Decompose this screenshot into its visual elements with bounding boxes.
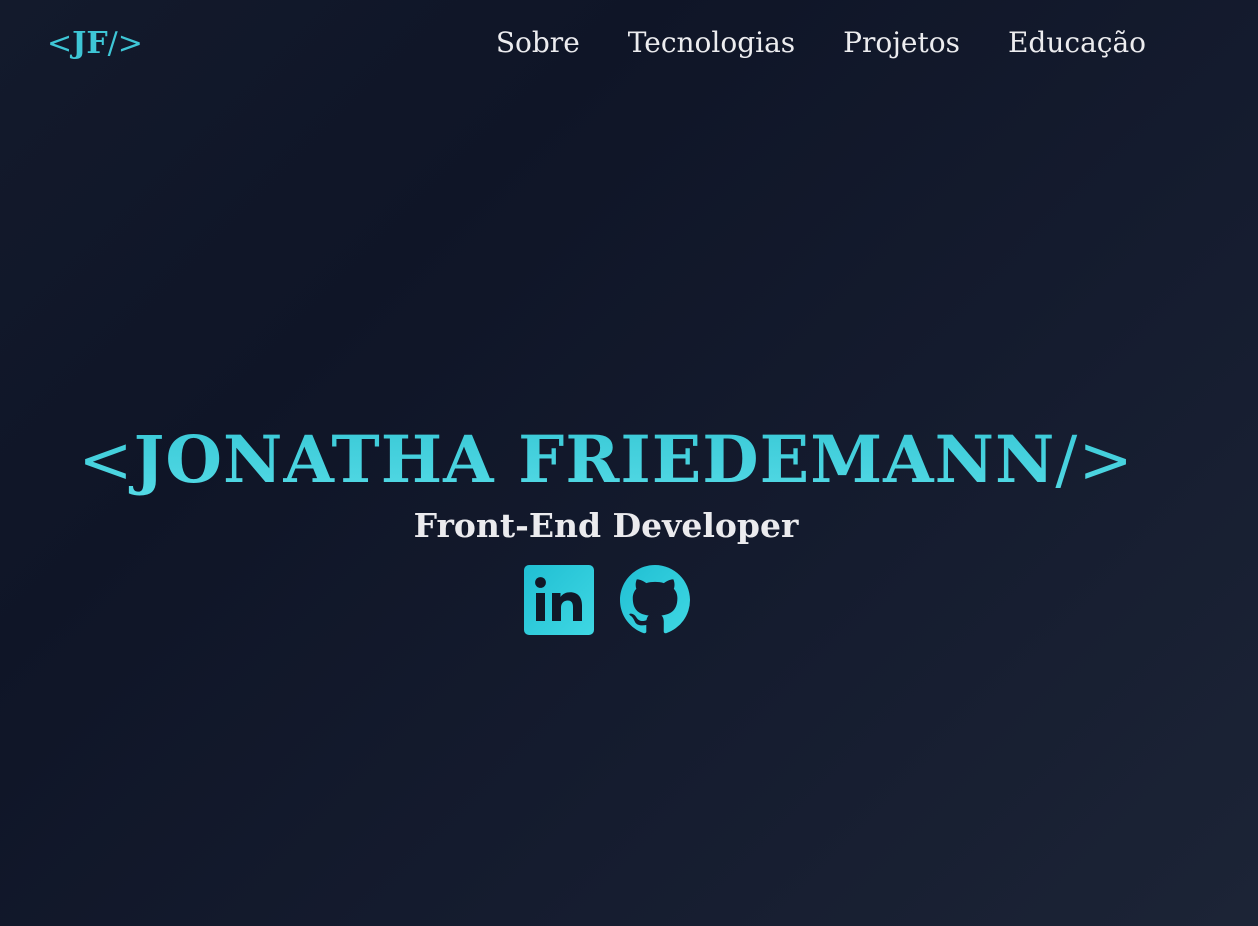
nav-link-projetos[interactable]: Projetos <box>843 26 960 59</box>
linkedin-icon <box>524 565 594 635</box>
nav-item-sobre: Sobre <box>496 22 580 64</box>
nav-item-educacao: Educação <box>1008 22 1146 64</box>
nav-item-projetos: Projetos <box>843 22 960 64</box>
nav-item-tecnologias: Tecnologias <box>628 22 795 64</box>
social-links <box>0 565 1212 635</box>
hero-subtitle: Front-End Developer <box>413 506 799 545</box>
logo-link[interactable]: <JF/> <box>47 24 143 64</box>
nav-link-educacao[interactable]: Educação <box>1008 26 1146 59</box>
github-icon <box>620 565 690 634</box>
navbar: <JF/> Sobre Tecnologias Projetos Educaçã… <box>0 0 1258 86</box>
hero-section: <JONATHA FRIEDEMANN/> Front-End Develope… <box>0 418 1212 635</box>
logo-open-bracket: < <box>47 26 73 61</box>
nav-link-sobre[interactable]: Sobre <box>496 26 580 59</box>
logo-initials: JF <box>72 26 108 61</box>
logo-close-bracket: /> <box>107 26 143 61</box>
nav-link-tecnologias[interactable]: Tecnologias <box>628 26 795 59</box>
hero-name-open-tag: < <box>78 423 134 498</box>
linkedin-link[interactable] <box>524 565 594 635</box>
nav-links: Sobre Tecnologias Projetos Educação <box>496 22 1146 64</box>
hero-name-text: JONATHA FRIEDEMANN <box>133 422 1056 498</box>
hero-name: <JONATHA FRIEDEMANN/> <box>0 418 1212 503</box>
hero-name-close-tag: /> <box>1055 423 1134 498</box>
github-link[interactable] <box>620 565 690 635</box>
